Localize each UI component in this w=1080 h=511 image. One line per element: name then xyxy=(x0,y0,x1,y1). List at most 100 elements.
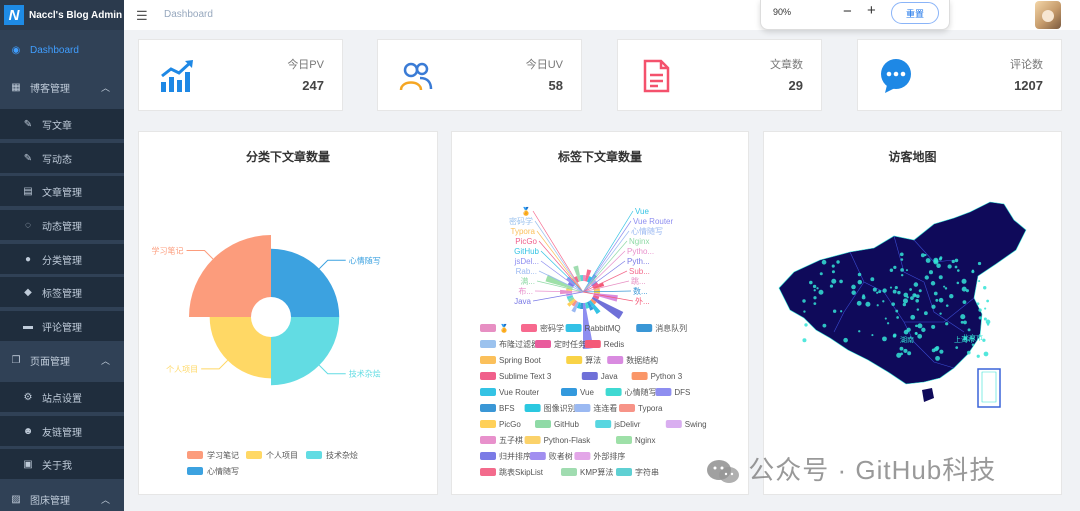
legend-label[interactable]: Nginx xyxy=(635,436,655,445)
legend-swatch[interactable] xyxy=(565,324,582,332)
legend-swatch[interactable] xyxy=(584,340,601,348)
legend-swatch[interactable] xyxy=(574,404,591,412)
legend-swatch[interactable] xyxy=(631,372,648,380)
rose-slice[interactable] xyxy=(271,317,340,386)
legend-label[interactable]: Vue Router xyxy=(499,388,540,397)
legend-label[interactable]: 图像识别 xyxy=(544,403,576,413)
legend-swatch[interactable] xyxy=(574,452,591,460)
legend-label[interactable]: Java xyxy=(601,372,618,381)
rose-slice[interactable] xyxy=(271,248,340,317)
legend-swatch[interactable] xyxy=(581,372,598,380)
legend-label[interactable]: DFS xyxy=(674,388,690,397)
sidebar-item[interactable]: ◌ 动态管理 xyxy=(0,210,124,240)
legend-swatch[interactable] xyxy=(524,404,541,412)
legend-label[interactable]: 算法 xyxy=(585,355,601,365)
legend-swatch[interactable] xyxy=(480,356,496,364)
legend-swatch[interactable] xyxy=(480,372,496,380)
legend-swatch[interactable] xyxy=(480,388,496,396)
legend-swatch[interactable] xyxy=(187,467,203,475)
legend-swatch[interactable] xyxy=(566,356,583,364)
legend-label[interactable]: 心情随写 xyxy=(207,466,239,476)
sidebar-item[interactable]: ▦ 博客管理 ︿ xyxy=(0,72,124,102)
legend-swatch[interactable] xyxy=(521,324,537,332)
zoom-in-button[interactable]: + xyxy=(867,2,876,19)
legend-label[interactable]: Python-Flask xyxy=(544,436,592,445)
legend-swatch[interactable] xyxy=(480,436,496,444)
legend-label[interactable]: 字符串 xyxy=(635,467,659,477)
legend-swatch[interactable] xyxy=(529,452,546,460)
rose-slice[interactable] xyxy=(189,235,271,317)
legend-label[interactable]: 外部排序 xyxy=(593,451,625,461)
legend-label[interactable]: 心情随写 xyxy=(625,387,657,397)
sidebar-item[interactable]: ⚙ 站点设置 xyxy=(0,382,124,412)
legend-label[interactable]: 定时任务 xyxy=(554,339,586,349)
legend-swatch[interactable] xyxy=(306,451,322,459)
legend-label[interactable]: Swing xyxy=(685,420,707,429)
legend-swatch[interactable] xyxy=(246,451,262,459)
legend-label[interactable]: PicGo xyxy=(499,420,521,429)
china-map-shape[interactable] xyxy=(778,201,1027,385)
avatar[interactable] xyxy=(1035,1,1061,29)
rose-slice[interactable] xyxy=(560,289,567,295)
legend-swatch[interactable] xyxy=(480,420,496,428)
legend-label[interactable]: Redis xyxy=(604,340,624,349)
legend-swatch[interactable] xyxy=(655,388,672,396)
legend-label[interactable]: 布隆过滤器 xyxy=(499,339,539,349)
legend-swatch[interactable] xyxy=(561,468,577,476)
legend-label[interactable]: 技术杂烩 xyxy=(326,450,358,460)
zoom-reset-button[interactable]: 重置 xyxy=(891,2,939,24)
legend-swatch[interactable] xyxy=(665,420,682,428)
legend-swatch[interactable] xyxy=(535,340,551,348)
legend-swatch[interactable] xyxy=(187,451,203,459)
legend-label[interactable]: 密码学 xyxy=(540,323,564,333)
legend-label[interactable]: 连连看 xyxy=(593,403,617,413)
sidebar-item[interactable]: ✎ 写动态 xyxy=(0,143,124,173)
sidebar-item[interactable]: ▬ 评论管理 xyxy=(0,311,124,341)
legend-swatch[interactable] xyxy=(480,404,496,412)
legend-swatch[interactable] xyxy=(524,436,541,444)
legend-label[interactable]: 学习笔记 xyxy=(207,450,239,460)
sidebar-item[interactable]: ◉ Dashboard xyxy=(0,35,124,65)
legend-label[interactable]: 消息队列 xyxy=(655,323,687,333)
legend-swatch[interactable] xyxy=(619,404,635,412)
legend-swatch[interactable] xyxy=(480,468,496,476)
legend-swatch[interactable] xyxy=(616,436,632,444)
zoom-out-button[interactable]: − xyxy=(843,3,852,20)
legend-swatch[interactable] xyxy=(595,420,612,428)
breadcrumb[interactable]: Dashboard xyxy=(164,9,213,20)
sidebar-item[interactable]: ☻ 友链管理 xyxy=(0,416,124,446)
legend-swatch[interactable] xyxy=(480,340,496,348)
legend-swatch[interactable] xyxy=(480,324,496,332)
legend-swatch[interactable] xyxy=(480,452,496,460)
legend-label[interactable]: 归并排序 xyxy=(499,451,531,461)
legend-swatch[interactable] xyxy=(535,420,551,428)
sidebar-item[interactable]: ▨ 图床管理 ︿ xyxy=(0,484,124,511)
legend-swatch[interactable] xyxy=(616,468,632,476)
legend-label[interactable]: Spring Boot xyxy=(499,356,542,365)
legend-label[interactable]: jsDelivr xyxy=(613,420,641,429)
legend-label[interactable]: RabbitMQ xyxy=(585,324,621,333)
china-visitor-map[interactable]: 北京市上海市湖南 xyxy=(764,132,1061,494)
legend-swatch[interactable] xyxy=(636,324,653,332)
rose-slice[interactable] xyxy=(596,299,624,320)
legend-label[interactable]: KMP算法 xyxy=(580,467,613,477)
legend-swatch[interactable] xyxy=(605,388,622,396)
rose-slice[interactable] xyxy=(586,269,592,277)
legend-label[interactable]: Typora xyxy=(638,404,663,413)
brand[interactable]: N Naccl's Blog Admin xyxy=(0,0,124,30)
legend-label[interactable]: 五子棋 xyxy=(499,435,523,445)
sidebar-item[interactable]: ● 分类管理 xyxy=(0,244,124,274)
sidebar-item[interactable]: ▣ 关于我 xyxy=(0,449,124,479)
legend-label[interactable]: GitHub xyxy=(554,420,579,429)
sidebar-item[interactable]: ▤ 文章管理 xyxy=(0,176,124,206)
legend-swatch[interactable] xyxy=(607,356,624,364)
rose-slice[interactable] xyxy=(591,304,601,315)
legend-label[interactable]: 败者树 xyxy=(549,451,573,461)
legend-label[interactable]: 跳表SkipList xyxy=(499,467,544,477)
legend-label[interactable]: 个人项目 xyxy=(266,451,298,460)
legend-label[interactable]: BFS xyxy=(499,404,515,413)
sidebar-item[interactable]: ✎ 写文章 xyxy=(0,109,124,139)
legend-label[interactable]: 数据结构 xyxy=(626,355,658,365)
sidebar-item[interactable]: ❐ 页面管理 ︿ xyxy=(0,345,124,375)
legend-label[interactable]: Sublime Text 3 xyxy=(499,372,552,381)
